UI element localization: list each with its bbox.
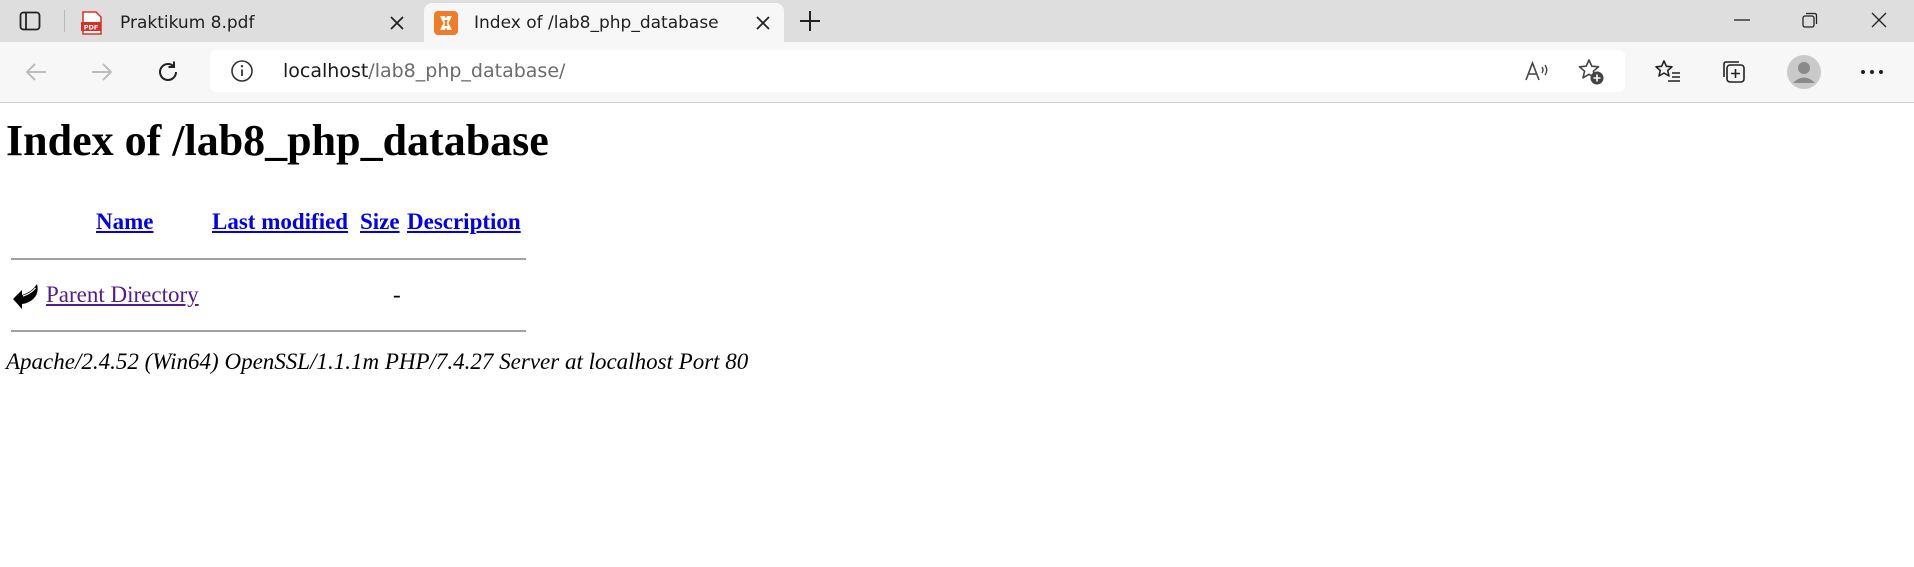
avatar-icon	[1787, 55, 1821, 89]
tab-index-lab8[interactable]: Index of /lab8_php_database	[424, 3, 784, 42]
site-info-icon[interactable]	[230, 59, 254, 83]
parent-directory-link[interactable]: Parent Directory	[46, 282, 199, 308]
refresh-button[interactable]	[148, 52, 188, 92]
page-content: Index of /lab8_php_database Name Last mo…	[0, 103, 1914, 567]
tab-close-button[interactable]	[382, 8, 412, 38]
refresh-icon	[159, 61, 177, 81]
read-aloud-button[interactable]	[1523, 58, 1551, 86]
close-icon	[1871, 12, 1887, 28]
close-icon	[390, 15, 404, 30]
collections-icon	[1723, 61, 1745, 83]
profile-button[interactable]	[1784, 52, 1824, 92]
sort-by-last-modified-link[interactable]: Last modified	[212, 209, 348, 235]
close-window-button[interactable]	[1851, 0, 1907, 40]
settings-menu-button[interactable]	[1854, 54, 1890, 90]
tab-separator	[64, 10, 65, 32]
back-arrow-icon	[13, 284, 38, 309]
address-bar[interactable]: localhost/lab8_php_database/	[210, 50, 1625, 92]
minimize-icon	[1734, 19, 1750, 21]
collections-button[interactable]	[1716, 54, 1752, 90]
sort-by-description-link[interactable]: Description	[407, 209, 521, 235]
close-icon	[756, 15, 770, 30]
tab-actions-button[interactable]	[10, 6, 50, 36]
new-tab-button[interactable]	[793, 5, 827, 37]
tab-praktikum-pdf[interactable]: PDF Praktikum 8.pdf	[70, 3, 418, 42]
browser-toolbar: localhost/lab8_php_database/	[0, 42, 1914, 103]
star-add-icon	[1578, 59, 1604, 85]
favorites-list-icon	[1655, 60, 1680, 82]
tab-close-button[interactable]	[748, 8, 778, 38]
plus-icon	[800, 11, 820, 31]
page-title: Index of /lab8_php_database	[6, 116, 549, 165]
arrow-left-icon	[25, 63, 46, 81]
arrow-right-icon	[92, 63, 113, 81]
url-text[interactable]: localhost/lab8_php_database/	[283, 60, 565, 82]
restore-button[interactable]	[1782, 0, 1838, 40]
sort-by-name-link[interactable]: Name	[96, 209, 153, 235]
divider	[11, 330, 526, 332]
more-options-icon	[1861, 70, 1883, 74]
back-button[interactable]	[16, 52, 56, 92]
url-path: /lab8_php_database/	[368, 60, 566, 82]
divider	[11, 258, 526, 260]
tab-strip: PDF Praktikum 8.pdf Index of /lab8_php_d…	[0, 0, 1914, 42]
pdf-icon: PDF	[80, 10, 104, 35]
server-signature: Apache/2.4.52 (Win64) OpenSSL/1.1.1m PHP…	[6, 349, 749, 374]
forward-button[interactable]	[82, 52, 122, 92]
tab-title: Praktikum 8.pdf	[120, 12, 255, 33]
minimize-button[interactable]	[1714, 0, 1770, 40]
svg-text:PDF: PDF	[84, 23, 99, 31]
tab-actions-icon	[19, 11, 41, 31]
read-aloud-icon	[1525, 60, 1548, 81]
restore-icon	[1802, 12, 1818, 28]
xampp-icon	[434, 10, 458, 35]
row-size: -	[393, 282, 401, 307]
tab-title: Index of /lab8_php_database	[474, 12, 719, 33]
url-host: localhost	[283, 60, 369, 82]
add-favorite-button[interactable]	[1577, 58, 1605, 86]
favorites-button[interactable]	[1650, 54, 1686, 90]
sort-by-size-link[interactable]: Size	[360, 209, 400, 235]
